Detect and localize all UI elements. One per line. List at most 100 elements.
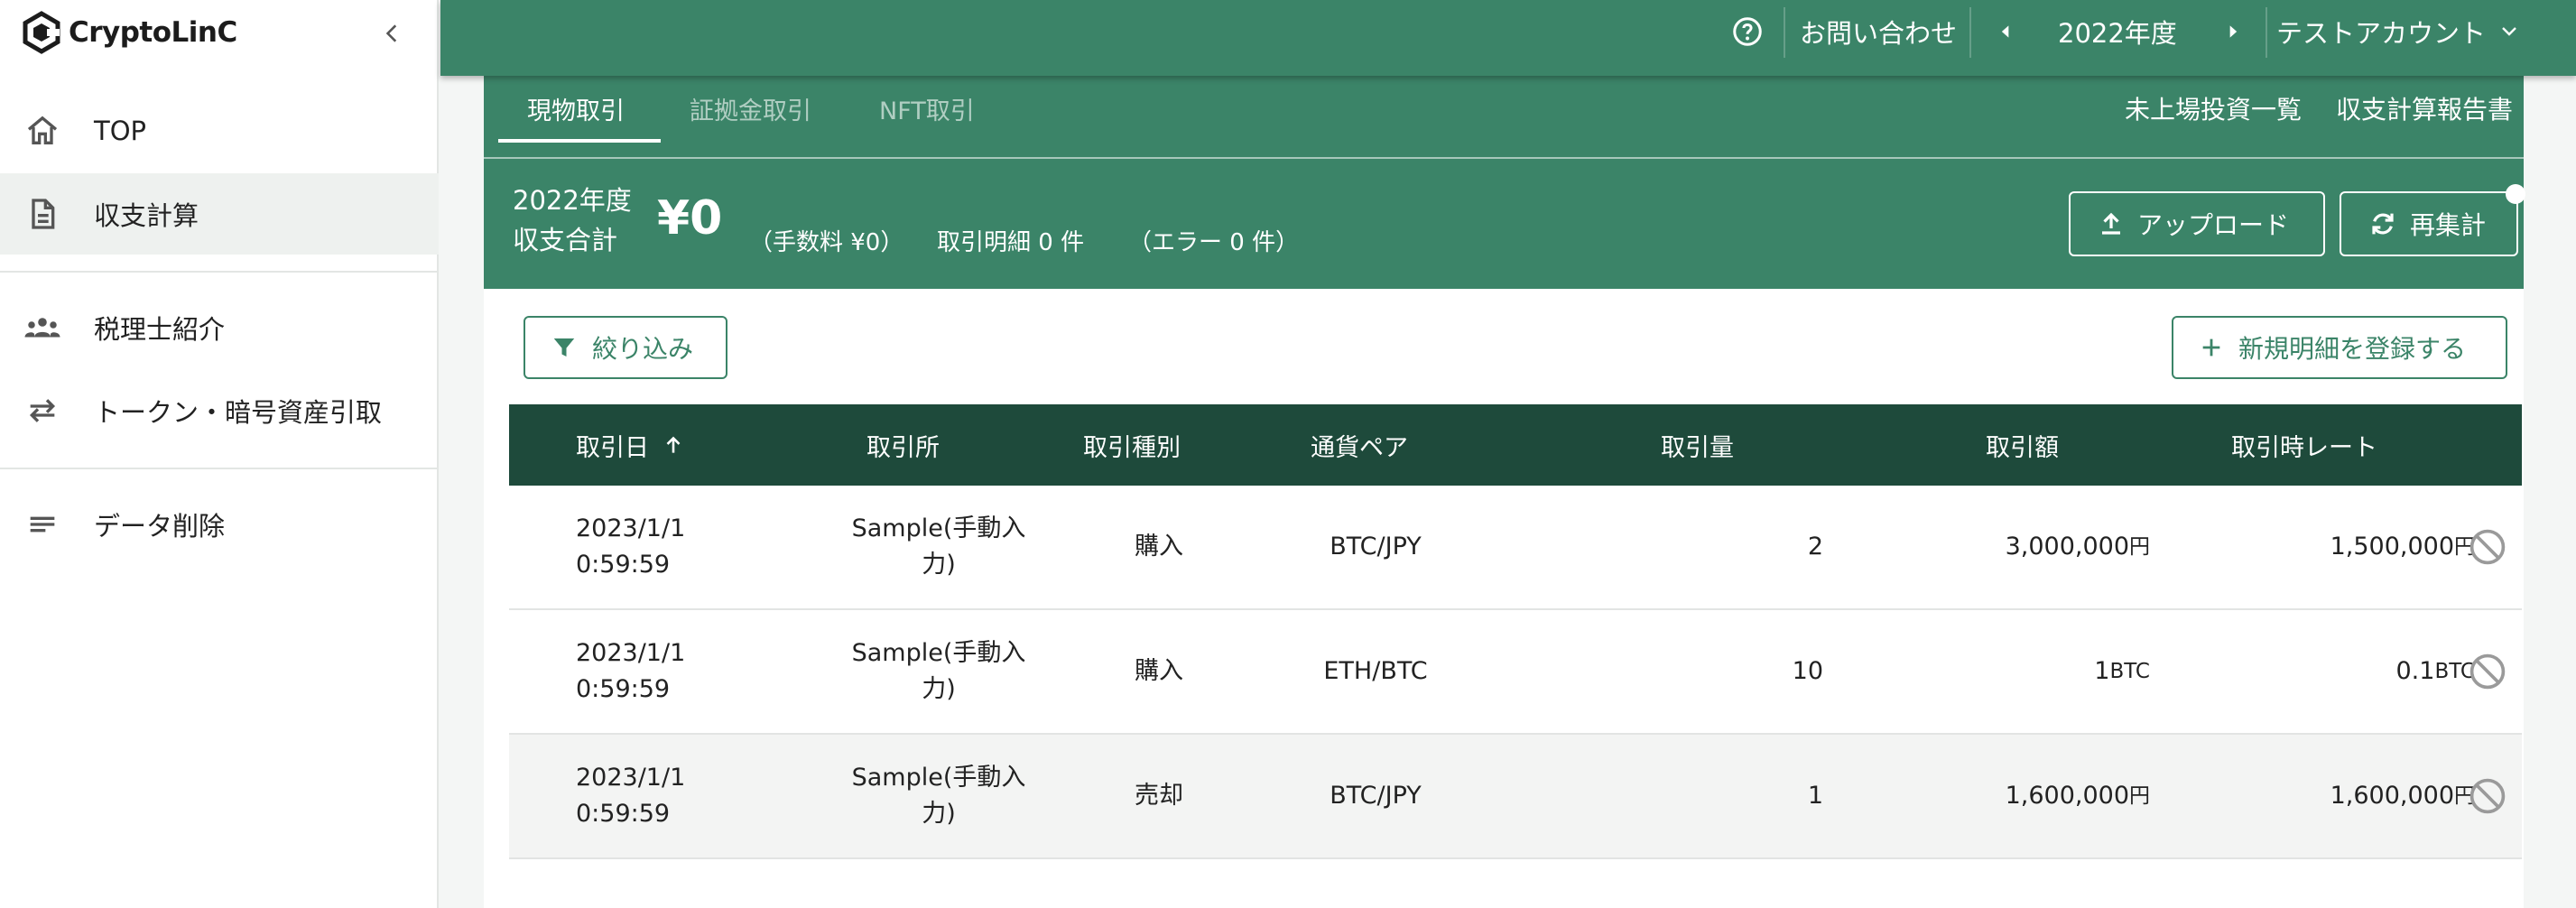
- unlisted-investments-link[interactable]: 未上場投資一覧: [2125, 76, 2302, 141]
- column-header-rate[interactable]: 取引時レート: [2231, 404, 2377, 486]
- sidebar-item-delete-data[interactable]: データ削除: [0, 484, 439, 565]
- document-icon: [23, 195, 61, 233]
- contact-link[interactable]: お問い合わせ: [1800, 0, 1957, 63]
- upload-button[interactable]: アップロード: [2069, 191, 2325, 256]
- cell-rate: 1,500,000 円: [2330, 533, 2475, 561]
- summary-year: 2022年度: [513, 185, 632, 216]
- table-row[interactable]: 2023/1/1 0:59:59 Sample(手動入 力) 購入 BTC/JPY …: [509, 486, 2522, 610]
- header-separator: [2266, 7, 2267, 58]
- people-icon: [23, 309, 61, 347]
- cell-pair: ETH/BTC: [1323, 657, 1428, 685]
- refresh-icon: [2372, 213, 2394, 235]
- help-button[interactable]: [1731, 0, 1764, 63]
- table-row[interactable]: 2023/1/1 0:59:59 Sample(手動入 力) 購入 ETH/BTC …: [509, 610, 2522, 735]
- help-circle-icon: [1733, 17, 1762, 46]
- filter-label: 絞り込み: [592, 334, 694, 364]
- cell-pair: BTC/JPY: [1330, 533, 1422, 561]
- active-tab-indicator: [498, 139, 661, 143]
- disable-row-icon[interactable]: [2468, 776, 2507, 816]
- transactions-table: 取引日 取引所 取引種別 通貨ペア 取引量 取引額 取引時レート 2023/1/…: [509, 404, 2522, 859]
- summary-error-count: （エラー 0 件）: [1128, 229, 1300, 256]
- add-transaction-label: 新規明細を登録する: [2238, 334, 2467, 364]
- brand[interactable]: CryptoLinC: [20, 11, 237, 54]
- cell-rate: 1,600,000 円: [2330, 782, 2475, 810]
- report-link[interactable]: 収支計算報告書: [2336, 76, 2513, 141]
- notification-dot: [2506, 184, 2525, 204]
- cell-exchange: Sample(手動入 力): [851, 514, 1026, 579]
- recalculate-label: 再集計: [2410, 210, 2487, 240]
- next-year-button[interactable]: [2224, 0, 2242, 63]
- account-name: テストアカウント: [2276, 18, 2487, 49]
- column-header-date[interactable]: 取引日: [576, 404, 685, 486]
- summary-detail-count: 取引明細 0 件: [937, 229, 1085, 256]
- column-header-amount[interactable]: 取引額: [1986, 404, 2059, 486]
- filter-icon: [553, 338, 575, 357]
- summary-total-value: ¥0: [657, 191, 723, 246]
- sidebar-item-tax-accountant[interactable]: 税理士紹介: [0, 287, 439, 368]
- sidebar-divider: [0, 468, 439, 469]
- plus-icon: [2202, 338, 2220, 357]
- cell-amount: 1 BTC: [2094, 657, 2150, 685]
- sort-ascending-icon: [666, 436, 681, 453]
- sidebar-item-token-transfer[interactable]: トークン・暗号資産引取: [0, 370, 439, 451]
- cell-exchange: Sample(手動入 力): [851, 639, 1026, 703]
- upload-label: アップロード: [2137, 210, 2290, 240]
- caret-right-icon: [2229, 25, 2238, 38]
- table-row[interactable]: 2023/1/1 0:59:59 Sample(手動入 力) 売却 BTC/JPY …: [509, 735, 2522, 859]
- cell-amount: 3,000,000 円: [2005, 533, 2150, 561]
- cell-type: 売却: [1135, 782, 1183, 810]
- sidebar-item-label: TOP: [94, 116, 147, 146]
- tabs-bar: 現物取引 証拠金取引 NFT取引 未上場投資一覧 収支計算報告書: [484, 76, 2524, 159]
- account-menu[interactable]: テストアカウント: [2276, 0, 2520, 63]
- cell-quantity: 1: [1807, 782, 1823, 810]
- home-icon: [23, 112, 61, 150]
- upload-icon: [2102, 212, 2120, 235]
- main-panel: 現物取引 証拠金取引 NFT取引 未上場投資一覧 収支計算報告書 2022年度 …: [484, 76, 2525, 908]
- swap-icon: [23, 392, 61, 430]
- top-header: お問い合わせ 2022年度 テストアカウント: [440, 0, 2576, 76]
- recalculate-button[interactable]: 再集計: [2340, 191, 2518, 256]
- tab-spot-trading[interactable]: 現物取引: [527, 76, 625, 141]
- cell-amount: 1,600,000 円: [2005, 782, 2150, 810]
- disable-row-icon[interactable]: [2468, 652, 2507, 691]
- column-header-type[interactable]: 取引種別: [1083, 404, 1181, 486]
- chevron-down-icon: [2502, 27, 2516, 36]
- cell-type: 購入: [1135, 657, 1183, 685]
- cell-date: 2023/1/1 0:59:59: [576, 639, 686, 703]
- tab-margin-trading[interactable]: 証拠金取引: [690, 76, 811, 141]
- sidebar-item-label: 収支計算: [94, 200, 199, 231]
- cell-exchange: Sample(手動入 力): [851, 764, 1026, 828]
- cell-quantity: 2: [1807, 533, 1823, 561]
- summary-label: 2022年度 収支合計: [513, 181, 632, 260]
- tab-nft-trading[interactable]: NFT取引: [879, 76, 975, 141]
- filter-button[interactable]: 絞り込み: [524, 316, 727, 379]
- cell-quantity: 10: [1792, 657, 1823, 685]
- column-header-quantity[interactable]: 取引量: [1661, 404, 1734, 486]
- summary-fee: （手数料 ¥0）: [749, 229, 904, 256]
- caret-left-icon: [2001, 25, 2009, 38]
- summary-total-label: 収支合計: [513, 225, 618, 255]
- column-header-exchange[interactable]: 取引所: [866, 404, 940, 486]
- add-transaction-button[interactable]: 新規明細を登録する: [2172, 316, 2507, 379]
- cell-pair: BTC/JPY: [1330, 782, 1422, 810]
- cell-date: 2023/1/1 0:59:59: [576, 514, 686, 579]
- header-separator: [1969, 7, 1971, 58]
- column-header-pair[interactable]: 通貨ペア: [1311, 404, 1408, 486]
- prev-year-button[interactable]: [1997, 0, 2015, 63]
- summary-banner: 2022年度 収支合計 ¥0 （手数料 ¥0） 取引明細 0 件 （エラー 0 …: [484, 159, 2525, 289]
- sidebar-item-label: データ削除: [94, 511, 226, 542]
- brand-name: CryptoLinC: [69, 16, 237, 49]
- cell-rate: 0.1 BTC: [2395, 657, 2476, 685]
- collapse-sidebar-button[interactable]: [370, 11, 415, 56]
- header-separator: [1784, 7, 1785, 58]
- sidebar: CryptoLinC TOP 収支計算 税理士紹介 トークン・暗号資産引取 デー…: [0, 0, 439, 908]
- cryptolinc-logo-icon: [23, 11, 60, 54]
- sidebar-item-calculation[interactable]: 収支計算: [0, 173, 439, 255]
- sidebar-item-label: 税理士紹介: [94, 314, 226, 345]
- cell-date: 2023/1/1 0:59:59: [576, 764, 686, 828]
- lines-icon: [23, 505, 61, 543]
- fiscal-year-label: 2022年度: [2058, 18, 2177, 49]
- sidebar-item-top[interactable]: TOP: [0, 90, 439, 171]
- disable-row-icon[interactable]: [2468, 527, 2507, 567]
- sidebar-divider: [0, 271, 439, 273]
